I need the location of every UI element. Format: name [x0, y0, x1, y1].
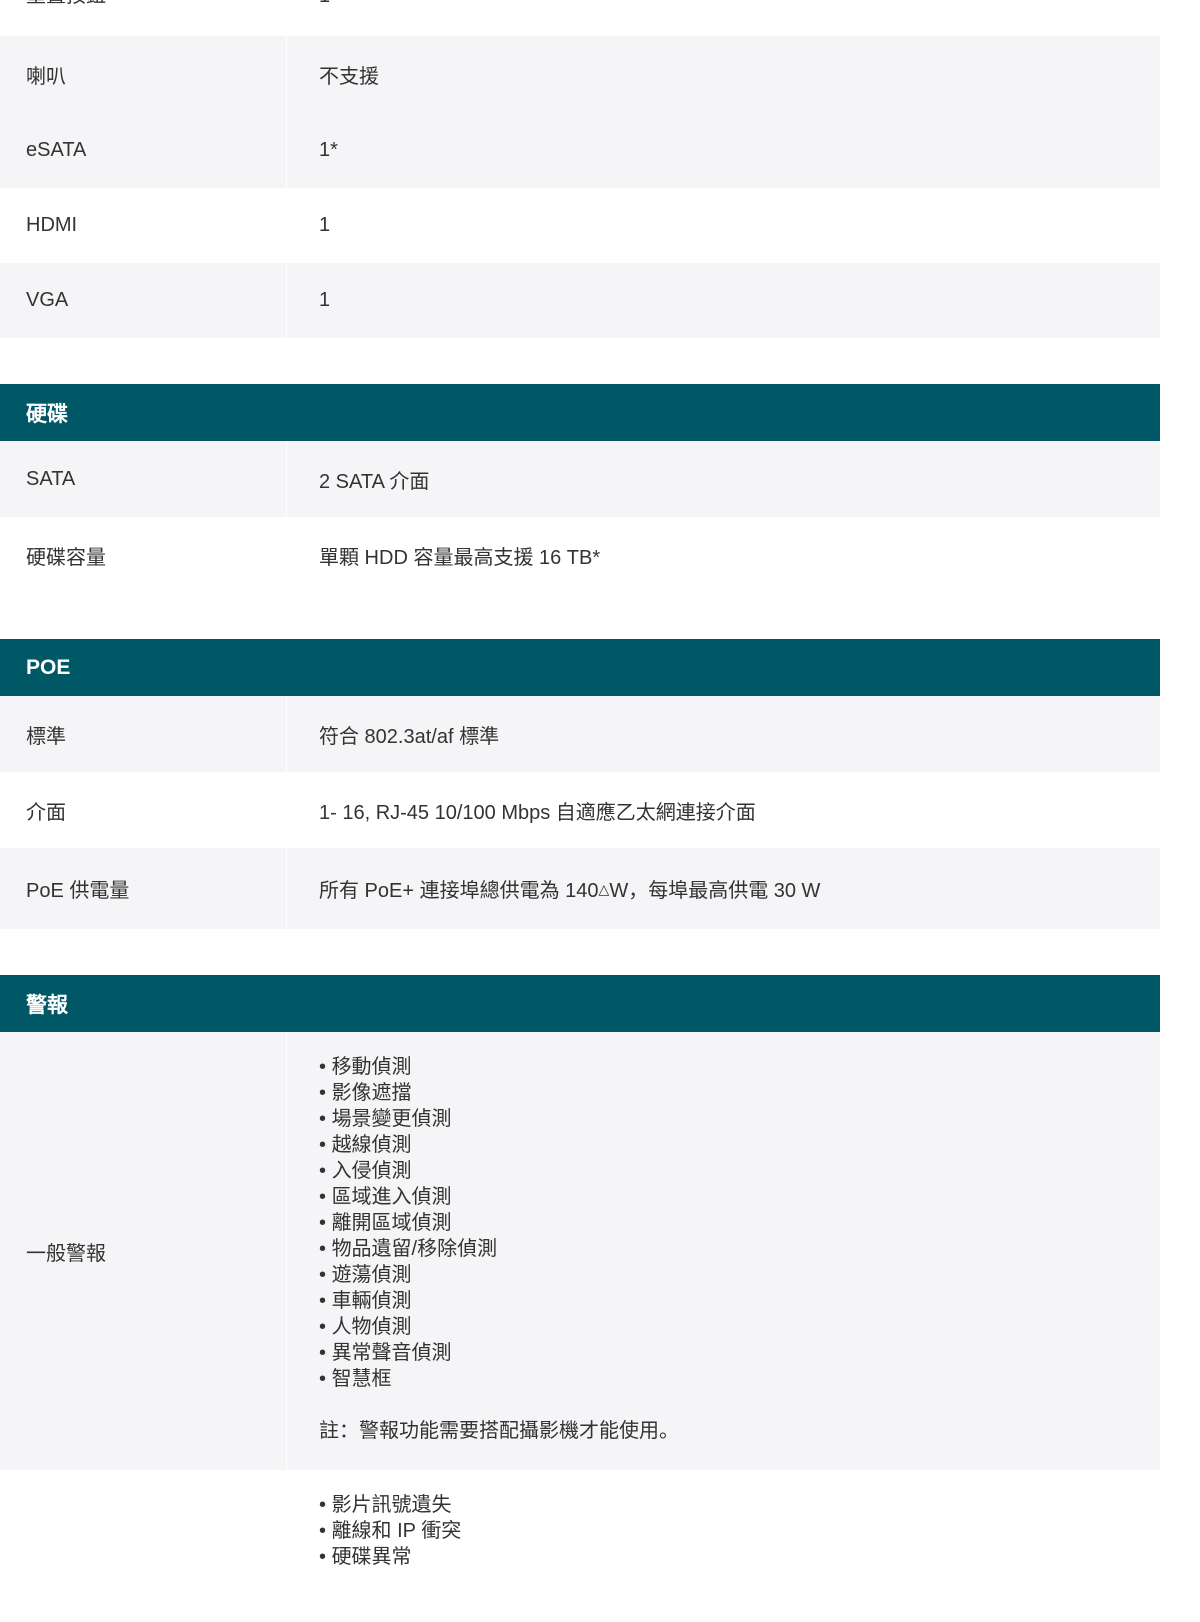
spec-row-hdmi: HDMI 1	[0, 188, 1160, 263]
spec-page: 重置按鈕 1 喇叭 不支援 eSATA 1* HDMI 1 VGA 1 硬碟 S…	[0, 0, 1200, 1622]
list-item: 物品遺留/移除偵測	[319, 1236, 498, 1262]
list-item: 影片訊號遺失	[319, 1492, 461, 1518]
section-spacer	[0, 929, 1160, 975]
spec-label: PoE 供電量	[0, 848, 287, 929]
spec-value: 2 SATA 介面	[319, 470, 430, 493]
spec-row-interface: 介面 1- 16, RJ-45 10/100 Mbps 自適應乙太網連接介面	[0, 772, 1160, 848]
list-item: 離開區域偵測	[319, 1210, 497, 1236]
spec-content: 重置按鈕 1 喇叭 不支援 eSATA 1* HDMI 1 VGA 1 硬碟 S…	[0, 0, 1160, 1622]
spec-label: 重置按鈕	[0, 0, 287, 36]
spec-row-hdd-capacity: 硬碟容量 單顆 HDD 容量最高支援 16 TB*	[0, 517, 1160, 593]
spec-value: 符合 802.3at/af 標準	[319, 725, 500, 748]
spec-row-reset-button: 重置按鈕 1	[0, 0, 1160, 36]
section-header-alarm: 警報	[0, 975, 1160, 1032]
list-item: 離線和 IP 衝突	[319, 1518, 462, 1544]
spec-row-general-alarm: 一般警報 移動偵測影像遮擋場景變更偵測越線偵測入侵偵測區域進入偵測離開區域偵測物…	[0, 1032, 1160, 1470]
spec-value: 1	[319, 289, 331, 311]
list-item: 人物偵測	[319, 1314, 497, 1340]
spec-value: 單顆 HDD 容量最高支援 16 TB*	[319, 546, 601, 569]
section-spacer	[0, 338, 1160, 384]
spec-label: SATA	[0, 441, 287, 517]
list-item: 區域進入偵測	[319, 1184, 497, 1210]
poe-power-text: 所有 PoE+ 連接埠總供電為 140	[319, 880, 599, 902]
spec-row-sata: SATA 2 SATA 介面	[0, 441, 1160, 517]
spec-label: eSATA	[0, 112, 287, 188]
list-item: 入侵偵測	[319, 1158, 497, 1184]
spec-label: 介面	[0, 772, 287, 848]
list-item: 智慧框	[319, 1366, 497, 1392]
spec-value: 所有 PoE+ 連接埠總供電為 140 △ W，每埠最高供電 30 W	[287, 848, 1160, 929]
spec-label: 一般警報	[0, 1032, 287, 1470]
poe-power-text-end: W，每埠最高供電 30 W	[609, 880, 821, 902]
list-item: 場景變更偵測	[319, 1106, 497, 1132]
spec-value: 不支援	[319, 65, 379, 88]
section-header-hdd: 硬碟	[0, 384, 1160, 441]
spec-label: HDMI	[0, 188, 287, 263]
spec-row-speaker: 喇叭 不支援	[0, 36, 1160, 112]
spec-label: 喇叭	[0, 36, 287, 112]
list-item: 移動偵測	[319, 1054, 497, 1080]
general-alarm-list: 移動偵測影像遮擋場景變更偵測越線偵測入侵偵測區域進入偵測離開區域偵測物品遺留/移…	[319, 1054, 498, 1392]
list-item: 異常聲音偵測	[319, 1340, 497, 1366]
alarm-note: 註：警報功能需要搭配攝影機才能使用。	[319, 1420, 679, 1442]
list-item: 遊蕩偵測	[319, 1262, 497, 1288]
spec-value: 1*	[319, 138, 338, 161]
list-item: 影像遮擋	[319, 1080, 497, 1106]
spec-label: VGA	[0, 263, 287, 338]
section-header-poe: POE	[0, 639, 1160, 696]
spec-row-poe-power: PoE 供電量 所有 PoE+ 連接埠總供電為 140 △ W，每埠最高供電 30…	[0, 848, 1160, 929]
spec-row-standard: 標準 符合 802.3at/af 標準	[0, 696, 1160, 772]
spec-value: 1- 16, RJ-45 10/100 Mbps 自適應乙太網連接介面	[319, 801, 756, 824]
spec-label	[0, 1470, 287, 1622]
spec-value: 1	[287, 0, 1160, 36]
exception-alarm-list: 影片訊號遺失離線和 IP 衝突硬碟異常	[319, 1492, 462, 1570]
spec-value: 1	[319, 214, 331, 236]
list-item: 車輛偵測	[319, 1288, 497, 1314]
list-item: 硬碟異常	[319, 1544, 461, 1570]
list-item: 越線偵測	[319, 1132, 497, 1158]
spec-label: 硬碟容量	[0, 517, 287, 593]
spec-row-esata: eSATA 1*	[0, 112, 1160, 188]
spec-row-vga: VGA 1	[0, 263, 1160, 338]
section-spacer	[0, 593, 1160, 639]
spec-value: 影片訊號遺失離線和 IP 衝突硬碟異常	[287, 1470, 1160, 1622]
spec-label: 標準	[0, 696, 287, 772]
spec-value: 移動偵測影像遮擋場景變更偵測越線偵測入侵偵測區域進入偵測離開區域偵測物品遺留/移…	[287, 1032, 1160, 1470]
spec-row-exception-alarm: 影片訊號遺失離線和 IP 衝突硬碟異常	[0, 1470, 1160, 1622]
